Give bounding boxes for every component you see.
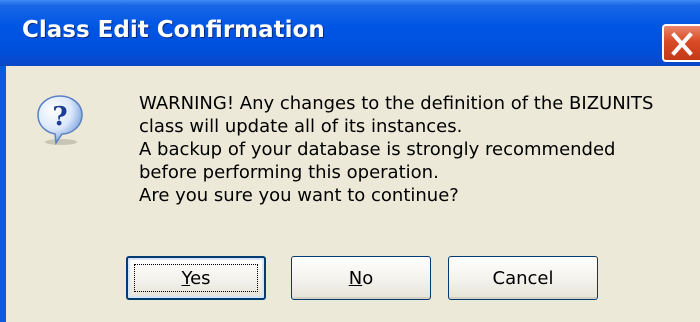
message-text: WARNING! Any changes to the definition o… [139, 92, 689, 207]
title-bar[interactable]: Class Edit Confirmation [0, 0, 700, 66]
yes-button-label: Yes [181, 267, 211, 289]
close-button[interactable] [662, 24, 700, 62]
no-button[interactable]: No [291, 256, 431, 300]
message-line: WARNING! Any changes to the definition o… [139, 93, 654, 114]
message-line: A backup of your database is strongly re… [139, 139, 616, 160]
no-button-label: No [348, 267, 374, 289]
message-line: before performing this operation. [139, 162, 439, 183]
dialog-window: Class Edit Confirmation ? WARNING! Any c… [0, 0, 700, 322]
cancel-button[interactable]: Cancel [448, 256, 598, 300]
dialog-title: Class Edit Confirmation [22, 17, 325, 43]
message-line: Are you sure you want to continue? [139, 185, 459, 206]
dialog-body: ? WARNING! Any changes to the definition… [6, 66, 700, 322]
yes-button[interactable]: Yes [126, 256, 266, 300]
cancel-button-label: Cancel [492, 267, 554, 289]
close-icon [671, 32, 693, 56]
question-icon: ? [37, 95, 83, 146]
svg-text:?: ? [52, 102, 67, 132]
message-line: class will update all of its instances. [139, 116, 463, 137]
